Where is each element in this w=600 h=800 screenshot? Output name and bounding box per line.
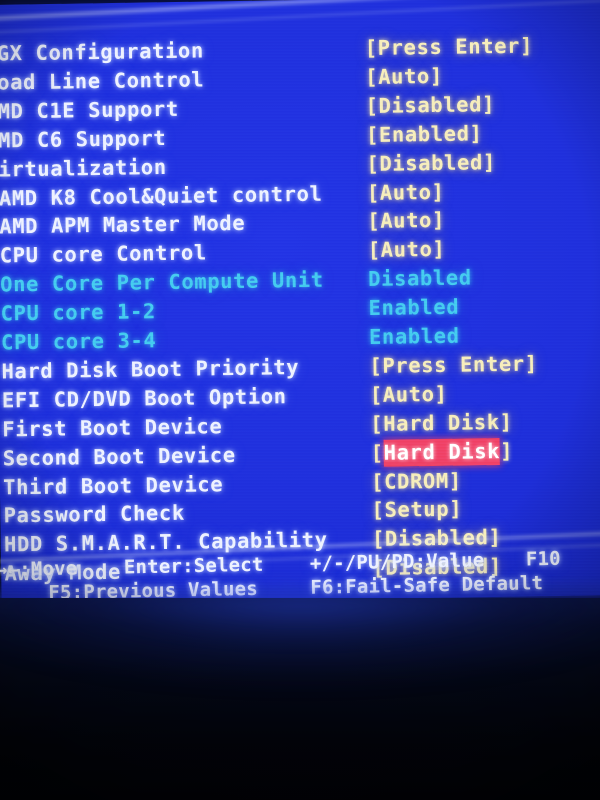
hint-failsafe: F6:Fail-Safe Default xyxy=(310,572,544,599)
bios-setup-screen: GX Configuration [Press Enter] oad Line Co… xyxy=(0,0,600,800)
hint-save: F10 xyxy=(525,547,561,571)
bios-help-bar: →←:Move Enter:Select +/-/PU/PD:Value F10… xyxy=(0,0,600,606)
monitor-bezel xyxy=(0,598,600,800)
hint-value: +/-/PU/PD:Value xyxy=(309,549,485,575)
hint-select: Enter:Select xyxy=(123,553,264,579)
hint-move: →←:Move xyxy=(0,557,78,582)
